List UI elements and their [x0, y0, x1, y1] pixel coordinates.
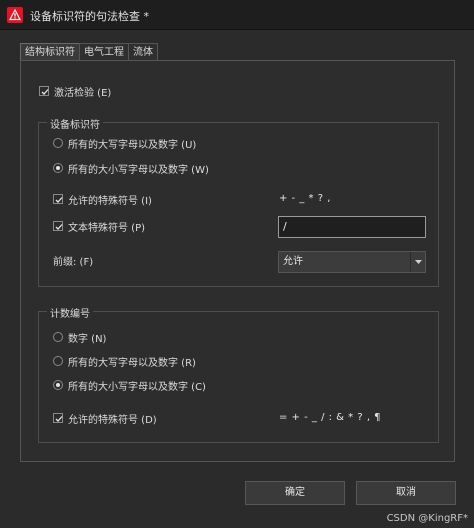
device-allow-special-row[interactable]: 允许的特殊符号 (I): [53, 192, 152, 207]
activate-checkbox[interactable]: [39, 86, 49, 96]
count-group-label: 计数编号: [47, 305, 93, 320]
device-allow-special-label: 允许的特殊符号 (I): [68, 195, 152, 207]
warning-icon: [7, 7, 23, 23]
device-radio-mixed-row[interactable]: 所有的大小写字母以及数字 (W): [53, 161, 209, 176]
device-text-special-label: 文本特殊符号 (P): [68, 222, 146, 234]
window-title: 设备标识符的句法检查 *: [30, 10, 149, 23]
device-text-special-row[interactable]: 文本特殊符号 (P): [53, 219, 146, 234]
count-radio-mixed[interactable]: [53, 380, 63, 390]
count-allow-special-value: = + - _ / : & * ? , ¶: [279, 412, 382, 423]
count-number-group: 计数编号 数字 (N) 所有的大写字母以及数字 (R) 所有的大小写字母以及数字…: [38, 305, 439, 443]
device-radio-upper-row[interactable]: 所有的大写字母以及数字 (U): [53, 136, 197, 151]
count-radio-upper-row[interactable]: 所有的大写字母以及数字 (R): [53, 354, 196, 369]
title-bar: 设备标识符的句法检查 *: [0, 0, 474, 30]
count-radio-upper-label: 所有的大写字母以及数字 (R): [68, 357, 196, 369]
watermark: CSDN @KingRF*: [386, 513, 468, 524]
device-group-label: 设备标识符: [47, 116, 103, 131]
prefix-row: 前缀: (F): [53, 253, 94, 268]
device-allow-special-checkbox[interactable]: [53, 194, 63, 204]
tab-panel: 激活检验 (E) 设备标识符 所有的大写字母以及数字 (U) 所有的大小写字母以…: [20, 60, 455, 462]
count-radio-mixed-row[interactable]: 所有的大小写字母以及数字 (C): [53, 378, 206, 393]
tab-electrical[interactable]: 电气工程: [79, 43, 129, 61]
tab-bar: 结构标识符 电气工程 流体: [20, 43, 158, 61]
count-allow-special-row[interactable]: 允许的特殊符号 (D): [53, 411, 157, 426]
count-radio-digits-row[interactable]: 数字 (N): [53, 330, 107, 345]
cancel-button[interactable]: 取消: [356, 481, 456, 505]
device-allow-special-value: + - _ * ? ,: [279, 193, 331, 204]
chevron-down-icon[interactable]: [410, 252, 425, 272]
activate-check-row[interactable]: 激活检验 (E): [39, 84, 112, 99]
device-identifier-group: 设备标识符 所有的大写字母以及数字 (U) 所有的大小写字母以及数字 (W) 允…: [38, 116, 439, 287]
tab-fluid[interactable]: 流体: [128, 43, 158, 61]
count-radio-digits-label: 数字 (N): [68, 333, 107, 345]
device-radio-mixed[interactable]: [53, 163, 63, 173]
device-text-special-checkbox[interactable]: [53, 221, 63, 231]
device-radio-upper[interactable]: [53, 138, 63, 148]
count-radio-upper[interactable]: [53, 356, 63, 366]
count-allow-special-label: 允许的特殊符号 (D): [68, 414, 157, 426]
device-text-special-input[interactable]: /: [278, 216, 426, 238]
prefix-label: 前缀: (F): [53, 256, 94, 268]
count-allow-special-checkbox[interactable]: [53, 413, 63, 423]
device-radio-mixed-label: 所有的大小写字母以及数字 (W): [68, 164, 209, 176]
count-radio-mixed-label: 所有的大小写字母以及数字 (C): [68, 381, 206, 393]
prefix-select[interactable]: 允许: [278, 251, 426, 273]
count-radio-digits[interactable]: [53, 332, 63, 342]
activate-check-label: 激活检验 (E): [54, 87, 112, 99]
ok-button[interactable]: 确定: [245, 481, 345, 505]
prefix-select-value: 允许: [283, 256, 303, 267]
tab-structure-identifier[interactable]: 结构标识符: [20, 43, 80, 61]
device-radio-upper-label: 所有的大写字母以及数字 (U): [68, 139, 197, 151]
